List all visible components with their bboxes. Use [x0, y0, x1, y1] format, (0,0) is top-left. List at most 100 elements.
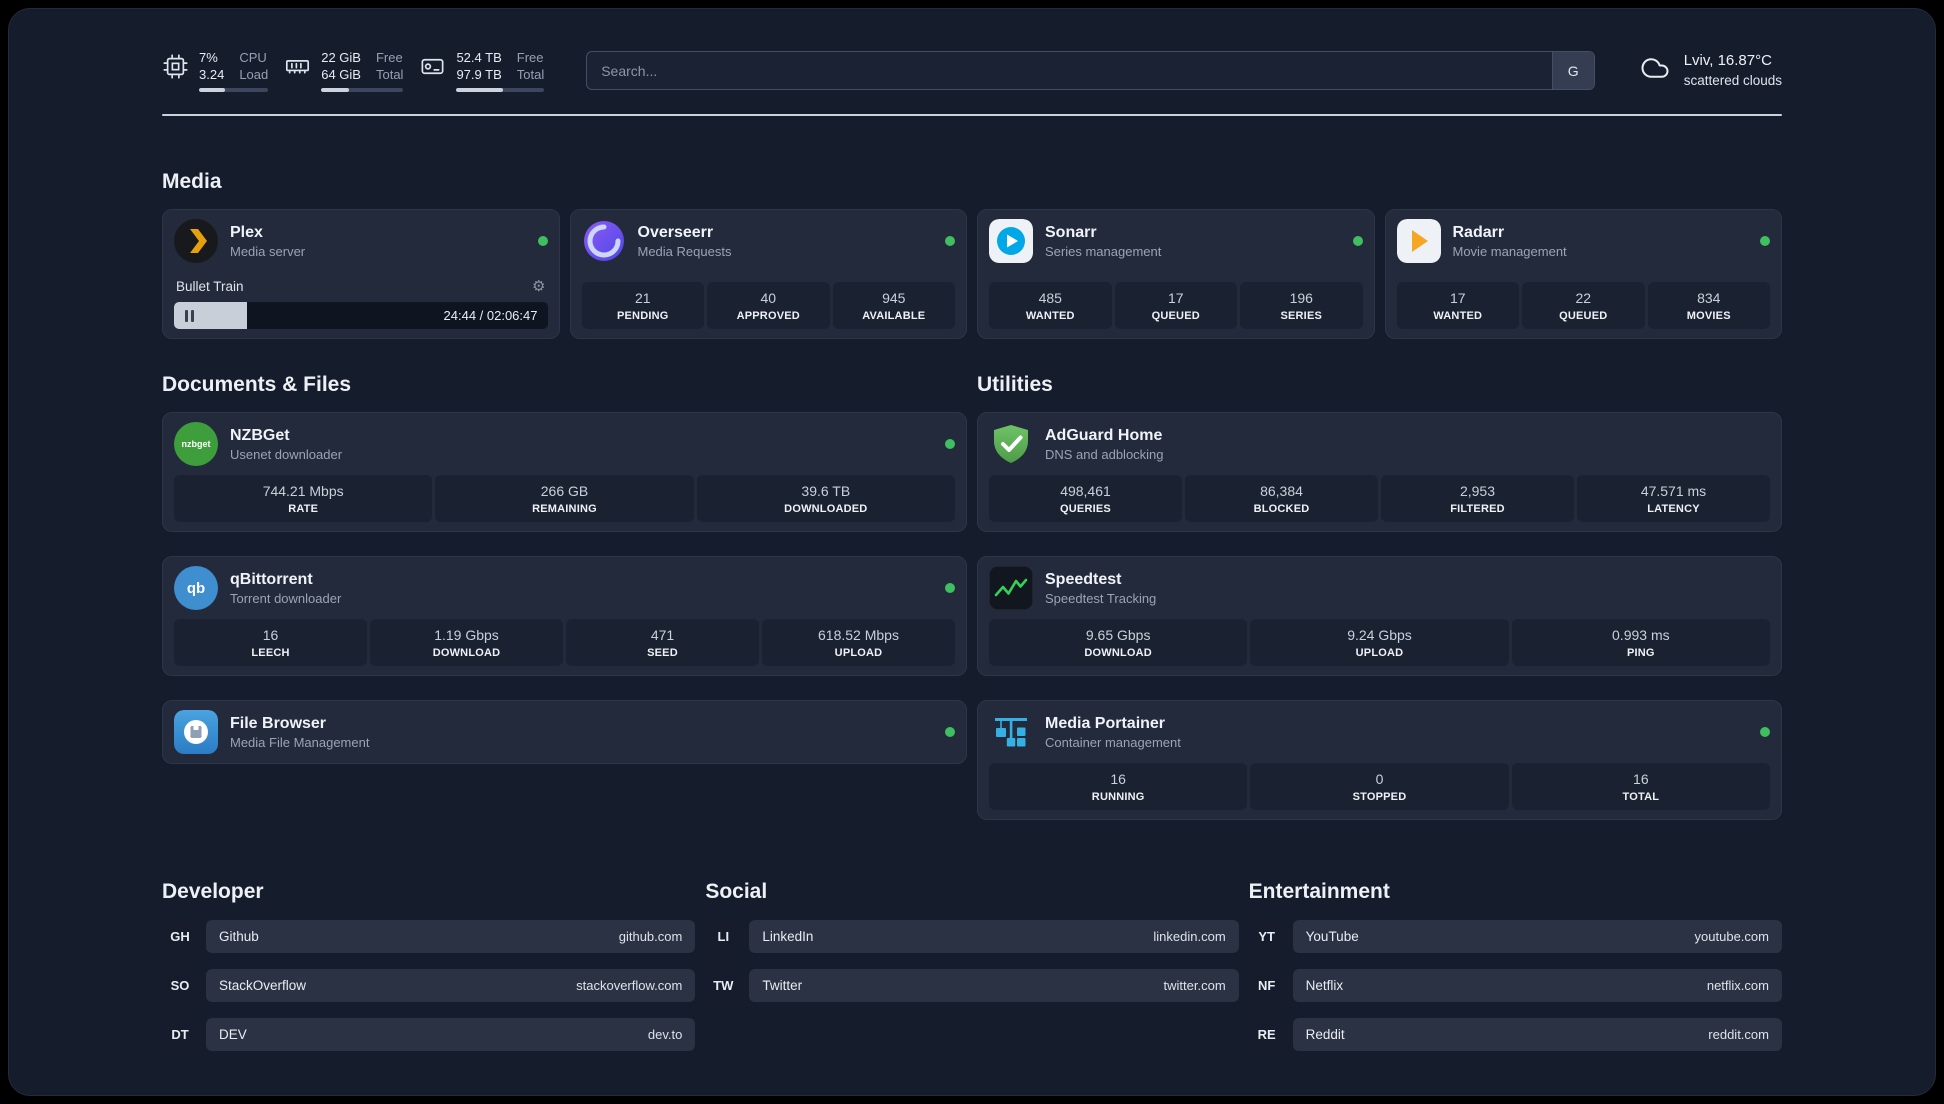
bookmark-name: Twitter: [762, 978, 803, 994]
app-card-plex[interactable]: Plex Media server Bullet Train ⚙ 24:44 /…: [162, 209, 560, 340]
bookmark-item-dev[interactable]: DT DEV dev.to: [162, 1018, 696, 1052]
ram-progress-fill: [321, 88, 350, 93]
app-subtitle: Torrent downloader: [230, 590, 342, 606]
stat-tile: 39.6 TB DOWNLOADED: [696, 475, 955, 523]
playback-progress-bar[interactable]: 24:44 / 02:06:47: [174, 302, 548, 330]
app-subtitle: Speedtest Tracking: [1045, 590, 1157, 606]
weather-location: Lviv, 16.87°C: [1683, 52, 1772, 70]
status-dot: [945, 439, 955, 450]
stackoverflow-icon: SO: [162, 969, 198, 1003]
status-dot: [537, 236, 548, 247]
pause-icon[interactable]: [185, 309, 194, 322]
ram-free-value: 22 GiB: [321, 50, 361, 65]
speedtest-icon: [989, 566, 1033, 611]
stat-tile: 47.571 ms LATENCY: [1577, 475, 1770, 523]
radarr-icon: [1396, 219, 1441, 264]
bookmark-item-twitter[interactable]: TW Twitter twitter.com: [705, 969, 1239, 1003]
ram-free-label: Free: [375, 50, 403, 65]
cpu-chip-icon: [162, 49, 189, 80]
stat-tile: 266 GB REMAINING: [435, 475, 694, 523]
stats-row: 485 WANTED 17 QUEUED 196 SERIES: [989, 282, 1363, 330]
bookmark-group-social: Social LI LinkedIn linkedin.com TW Twitt…: [705, 880, 1239, 1051]
status-dot: [1760, 727, 1770, 738]
app-subtitle: Media File Management: [230, 734, 370, 750]
bookmark-name: StackOverflow: [219, 978, 307, 994]
stat-tile: 17 WANTED: [1396, 282, 1519, 330]
app-subtitle: Media server: [230, 243, 306, 259]
stat-tile: 618.52 Mbps UPLOAD: [762, 619, 955, 667]
bookmark-item-youtube[interactable]: YT YouTube youtube.com: [1248, 920, 1782, 954]
cloud-icon: [1637, 53, 1673, 88]
cpu-progress-track: [199, 88, 269, 93]
sonarr-icon: [989, 219, 1033, 264]
app-name: Sonarr: [1045, 223, 1097, 241]
adguard-icon: [989, 422, 1033, 466]
bookmark-url: dev.to: [647, 1027, 683, 1043]
netflix-icon: NF: [1248, 969, 1285, 1003]
app-card-speedtest[interactable]: Speedtest Speedtest Tracking 9.65 Gbps DO…: [977, 556, 1782, 677]
app-card-radarr[interactable]: Radarr Movie management 17 WANTED 22 QUEUE…: [1384, 209, 1782, 340]
bookmark-url: netflix.com: [1706, 978, 1769, 994]
qbittorrent-icon: qb: [174, 566, 218, 611]
app-card-nzbget[interactable]: nzbget NZBGet Usenet downloader 744.21 M…: [162, 412, 967, 533]
linkedin-icon: LI: [705, 920, 742, 954]
app-name: File Browser: [230, 714, 327, 732]
bookmark-item-stackoverflow[interactable]: SO StackOverflow stackoverflow.com: [162, 969, 696, 1003]
stat-tile: 196 SERIES: [1240, 282, 1363, 330]
bookmark-url: linkedin.com: [1153, 929, 1226, 945]
stat-tile: 86,384 BLOCKED: [1185, 475, 1378, 523]
search-input[interactable]: [587, 62, 1552, 79]
stats-row: 744.21 Mbps RATE 266 GB REMAINING 39.6 TB D…: [174, 475, 955, 523]
app-subtitle: Media Requests: [637, 243, 732, 259]
status-dot: [1352, 236, 1363, 247]
section-title-social: Social: [705, 880, 768, 904]
app-card-sonarr[interactable]: Sonarr Series management 485 WANTED 17 QUE…: [977, 209, 1375, 340]
section-title-developer: Developer: [162, 880, 264, 904]
stats-row: 16 RUNNING 0 STOPPED 16 TOTAL: [989, 763, 1770, 811]
ram-progress-track: [321, 88, 404, 93]
section-title-documents: Documents & Files: [162, 373, 352, 397]
portainer-icon: [989, 710, 1033, 754]
search-engine-button[interactable]: G: [1551, 52, 1594, 90]
stat-tile: 9.65 Gbps DOWNLOAD: [989, 619, 1248, 667]
disk-total-value: 97.9 TB: [456, 67, 502, 83]
stat-tile: 945 AVAILABLE: [832, 282, 955, 330]
app-name: Plex: [230, 223, 263, 241]
disk-free-label: Free: [516, 50, 544, 65]
cpu-percent: 7%: [199, 50, 218, 65]
overseerr-icon: [582, 219, 626, 263]
bookmark-name: DEV: [219, 1027, 247, 1043]
app-card-portainer[interactable]: Media Portainer Container management 16 R…: [977, 700, 1782, 821]
dev-icon: DT: [162, 1018, 198, 1052]
app-name: NZBGet: [230, 426, 290, 444]
bookmark-url: youtube.com: [1694, 929, 1769, 945]
disk-free-value: 52.4 TB: [456, 50, 502, 65]
cpu-progress-fill: [199, 88, 226, 93]
header-divider: [162, 114, 1782, 117]
gear-icon[interactable]: ⚙: [532, 277, 545, 295]
bookmark-item-linkedin[interactable]: LI LinkedIn linkedin.com: [705, 920, 1239, 954]
app-name: Media Portainer: [1045, 714, 1166, 732]
app-card-qbittorrent[interactable]: qb qBittorrent Torrent downloader 16 LEEC…: [162, 556, 967, 677]
bookmark-item-reddit[interactable]: RE Reddit reddit.com: [1248, 1018, 1782, 1052]
app-subtitle: Series management: [1045, 243, 1162, 259]
bookmark-url: reddit.com: [1708, 1027, 1769, 1043]
app-card-filebrowser[interactable]: File Browser Media File Management: [162, 700, 967, 765]
bookmark-item-github[interactable]: GH Github github.com: [162, 920, 696, 954]
app-card-adguard[interactable]: AdGuard Home DNS and adblocking 498,461 Q…: [977, 412, 1782, 533]
ram-icon: [284, 49, 311, 80]
bookmark-name: Github: [219, 929, 259, 945]
weather-widget: Lviv, 16.87°C scattered clouds: [1637, 51, 1782, 89]
app-subtitle: Usenet downloader: [230, 446, 343, 462]
utilities-column: Utilities AdGuard Home DNS and adblockin…: [977, 373, 1782, 821]
plex-icon: [174, 219, 218, 264]
app-subtitle: Container management: [1045, 734, 1181, 750]
stat-tile: 834 MOVIES: [1647, 282, 1770, 330]
app-subtitle: DNS and adblocking: [1045, 446, 1164, 462]
nzbget-icon: nzbget: [174, 422, 218, 467]
bookmark-name: LinkedIn: [762, 929, 814, 945]
disk-monitor: 52.4 TB 97.9 TB Free Total: [419, 49, 545, 93]
bookmark-item-netflix[interactable]: NF Netflix netflix.com: [1248, 969, 1782, 1003]
app-card-overseerr[interactable]: Overseerr Media Requests 21 PENDING 40 APP…: [569, 209, 967, 340]
status-dot: [945, 727, 955, 738]
